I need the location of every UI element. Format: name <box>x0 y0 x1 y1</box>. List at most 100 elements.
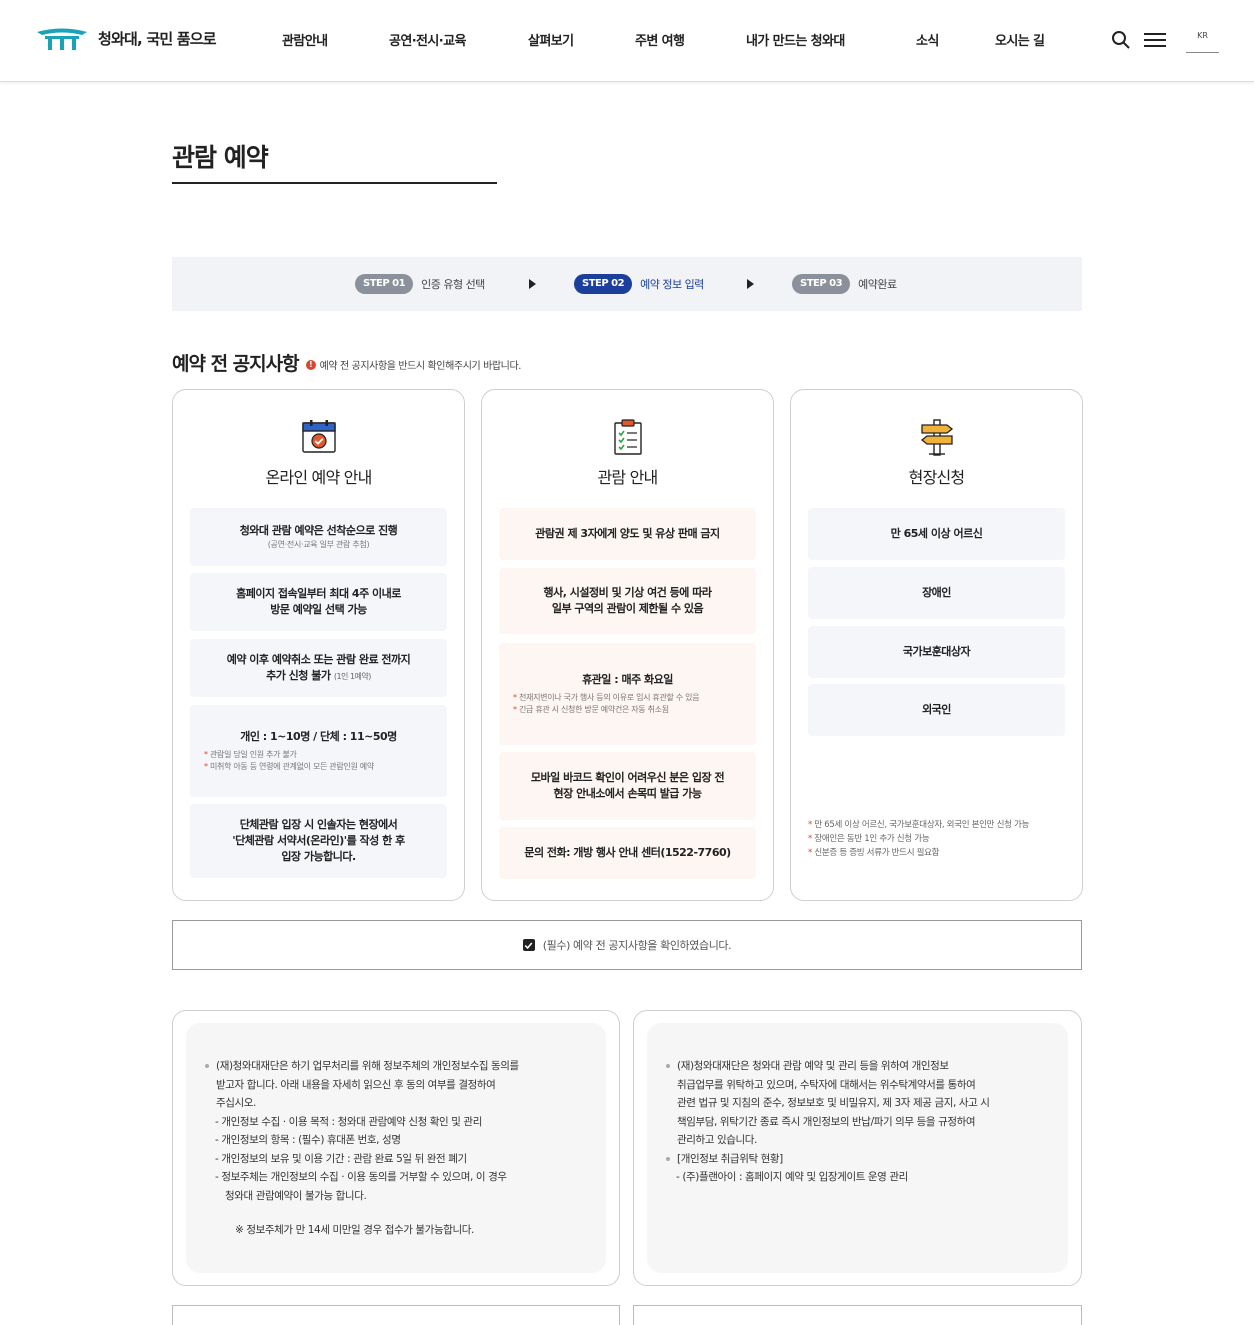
list-item: 외국인 <box>808 684 1065 736</box>
step-badge: STEP 03 <box>792 274 851 294</box>
nav-item-explore[interactable]: 살펴보기 <box>528 30 574 49</box>
list-item: 모바일 바코드 확인이 어려우신 분은 입장 전 현장 안내소에서 손목띠 발급… <box>499 752 756 820</box>
privacy-consent-box: (재)청와대재단은 하기 업무처리를 위해 정보주체의 개인정보수집 동의를 받… <box>172 1010 620 1286</box>
step-indicator: STEP 01 인증 유형 선택 STEP 02 예약 정보 입력 STEP 0… <box>172 257 1082 311</box>
note-text: 긴급 휴관 시 신청한 방문 예약건은 자동 취소됨 <box>513 704 742 716</box>
nav-item-nearby-travel[interactable]: 주변 여행 <box>635 30 685 49</box>
language-selector[interactable]: KR <box>1186 31 1219 53</box>
card-tour-guide: 관람 안내 관람권 제 3자에게 양도 및 유상 판매 금지 행사, 시설정비 … <box>481 389 774 901</box>
item-main: 일부 구역의 관람이 제한될 수 있음 <box>551 602 704 615</box>
item-main: 장애인 <box>922 586 951 599</box>
privacy-intro: (재)청와대재단은 하기 업무처리를 위해 정보주체의 개인정보수집 동의를 받… <box>205 1057 588 1113</box>
privacy-outsourcing-box: (재)청와대재단은 청와대 관람 예약 및 관리 등을 위하여 개인정보 취급업… <box>633 1010 1082 1286</box>
note-text: 장애인은 동반 1인 추가 신청 가능 <box>808 832 1070 846</box>
list-item: 장애인 <box>808 567 1065 619</box>
menu-icon[interactable] <box>1144 32 1168 48</box>
title-underline <box>172 182 497 184</box>
top-navigation-bar: 청와대, 국민 품으로 관람안내 공연·전시·교육 살펴보기 주변 여행 내가 … <box>0 0 1254 82</box>
item-main: 국가보훈대상자 <box>902 645 971 658</box>
item-main: 단체관람 입장 시 인솔자는 현장에서 <box>239 818 398 831</box>
note-text: 천재지변이나 국가 행사 등의 이유로 임시 휴관할 수 있음 <box>513 692 742 704</box>
note-text: 미취학 아동 등 연령에 관계없이 모든 관람인원 예약 <box>204 761 433 773</box>
privacy-outsourcing-content[interactable]: (재)청와대재단은 청와대 관람 예약 및 관리 등을 위하여 개인정보 취급업… <box>647 1023 1068 1273</box>
notice-subtext: ! 예약 전 공지사항을 반드시 확인해주시기 바랍니다. <box>305 357 522 372</box>
item-main: 방문 예약일 선택 가능 <box>270 603 367 616</box>
item-main: '단체관람 서약서(온라인)'를 작성 한 후 <box>232 834 405 847</box>
privacy-item: - 개인정보의 보유 및 이용 기간 : 관람 완료 5일 뒤 완전 폐기 <box>215 1152 467 1165</box>
item-main: 만 65세 이상 어르신 <box>890 527 983 540</box>
privacy-heading: [개인정보 취급위탁 현황] <box>666 1150 1050 1169</box>
signpost-icon <box>920 419 953 456</box>
search-icon[interactable] <box>1111 30 1131 50</box>
item-main: 관람권 제 3자에게 양도 및 유상 판매 금지 <box>535 527 720 540</box>
page-title: 관람 예약 <box>172 143 269 172</box>
cheongwadae-logo-icon <box>37 28 87 50</box>
privacy-item: - 정보주체는 개인정보의 수집 · 이용 동의를 거부할 수 있으며, 이 경… <box>215 1171 507 1183</box>
confirm-checkbox[interactable] <box>522 939 535 951</box>
info-icon: ! <box>305 359 316 370</box>
item-main: 청와대 관람 예약은 선착순으로 진행 <box>239 524 398 537</box>
privacy-item: - 개인정보의 항목 : (필수) 휴대폰 번호, 성명 <box>215 1134 401 1146</box>
step-2: STEP 02 예약 정보 입력 <box>574 274 704 294</box>
list-item: 만 65세 이상 어르신 <box>808 508 1065 560</box>
notice-confirm-row[interactable]: (필수) 예약 전 공지사항을 확인하였습니다. <box>172 920 1082 970</box>
card-onsite-application: 현장신청 만 65세 이상 어르신 장애인 국가보훈대상자 외국인 만 65세 … <box>790 389 1083 901</box>
list-item: 휴관일 : 매주 화요일 천재지변이나 국가 행사 등의 이유로 임시 휴관할 … <box>499 643 756 745</box>
privacy-item: - 개인정보 수집 · 이용 목적 : 청와대 관람예약 신청 확인 및 관리 <box>215 1115 482 1128</box>
agreement-box-right <box>633 1305 1082 1325</box>
step-label: 인증 유형 선택 <box>421 278 485 291</box>
site-logo[interactable]: 청와대, 국민 품으로 <box>36 26 217 50</box>
list-item: 홈페이지 접속일부터 최대 4주 이내로 방문 예약일 선택 가능 <box>190 573 447 631</box>
logo-text: 청와대, 국민 품으로 <box>98 29 217 48</box>
item-main: 휴관일 : 매주 화요일 <box>582 673 673 686</box>
nav-item-tour-info[interactable]: 관람안내 <box>282 30 328 49</box>
list-item: 관람권 제 3자에게 양도 및 유상 판매 금지 <box>499 508 756 560</box>
privacy-text-line: 관리하고 있습니다. <box>677 1134 757 1146</box>
list-item: 개인 : 1~10명 / 단체 : 11~50명 관람일 당일 인원 추가 불가… <box>190 705 447 797</box>
nav-item-directions[interactable]: 오시는 길 <box>995 30 1045 49</box>
list-item: 국가보훈대상자 <box>808 626 1065 678</box>
list-item: 단체관람 입장 시 인솔자는 현장에서 '단체관람 서약서(온라인)'를 작성 … <box>190 804 447 878</box>
item-sub: (공연·전시·교육 일부 관람 추첨) <box>267 540 370 549</box>
list-item: 행사, 시설정비 및 기상 여건 등에 따라 일부 구역의 관람이 제한될 수 … <box>499 568 756 634</box>
privacy-text-line: 취급업무를 위탁하고 있으며, 수탁자에 대해서는 위수탁계약서를 통하여 <box>677 1078 976 1091</box>
item-notes: 관람일 당일 인원 추가 불가 미취학 아동 등 연령에 관계없이 모든 관람인… <box>204 749 433 773</box>
item-main: 모바일 바코드 확인이 어려우신 분은 입장 전 <box>530 771 725 784</box>
item-notes: 천재지변이나 국가 행사 등의 이유로 임시 휴관할 수 있음 긴급 휴관 시 … <box>513 692 742 716</box>
list-item: 청와대 관람 예약은 선착순으로 진행 (공연·전시·교육 일부 관람 추첨) <box>190 508 447 566</box>
privacy-note: ※ 정보주체가 만 14세 미만일 경우 접수가 불가능합니다. <box>235 1224 474 1236</box>
checkmark-icon <box>524 941 533 949</box>
item-main: 행사, 시설정비 및 기상 여건 등에 따라 <box>543 586 712 599</box>
step-badge: STEP 01 <box>355 274 414 294</box>
privacy-text-line: 주십시오. <box>216 1097 256 1109</box>
privacy-item: 청와대 관람예약이 불가능 합니다. <box>225 1189 367 1202</box>
notice-title: 예약 전 공지사항 <box>172 353 300 375</box>
privacy-text-line: 책임부담, 위탁기간 종료 즉시 개인정보의 반납/파기 의무 등을 규정하여 <box>677 1115 976 1128</box>
notice-heading: 예약 전 공지사항 ! 예약 전 공지사항을 반드시 확인해주시기 바랍니다. <box>172 349 521 376</box>
item-main: 홈페이지 접속일부터 최대 4주 이내로 <box>236 587 401 600</box>
onsite-notes: 만 65세 이상 어르신, 국가보훈대상자, 외국인 본인만 신청 가능 장애인… <box>808 818 1070 860</box>
item-main: 예약 이후 예약취소 또는 관람 완료 전까지 <box>226 652 411 666</box>
nav-item-performance[interactable]: 공연·전시·교육 <box>389 30 466 49</box>
card-online-reservation: 온라인 예약 안내 청와대 관람 예약은 선착순으로 진행 (공연·전시·교육 … <box>172 389 465 901</box>
step-arrow-icon <box>747 279 754 289</box>
note-text: 만 65세 이상 어르신, 국가보훈대상자, 외국인 본인만 신청 가능 <box>808 818 1070 832</box>
nav-item-news[interactable]: 소식 <box>916 30 939 49</box>
privacy-consent-content[interactable]: (재)청와대재단은 하기 업무처리를 위해 정보주체의 개인정보수집 동의를 받… <box>186 1023 606 1273</box>
clipboard-check-icon <box>613 419 642 455</box>
nav-item-my-cheongwadae[interactable]: 내가 만드는 청와대 <box>746 30 845 49</box>
confirm-label[interactable]: (필수) 예약 전 공지사항을 확인하였습니다. <box>543 937 732 953</box>
item-main: 입장 가능합니다. <box>281 850 356 863</box>
item-small: (1인 1예약) <box>333 671 372 681</box>
calendar-check-icon <box>301 420 336 453</box>
card-title: 현장신청 <box>908 468 965 487</box>
step-label: 예약완료 <box>858 278 897 291</box>
card-title: 온라인 예약 안내 <box>265 468 372 487</box>
notice-subtext-label: 예약 전 공지사항을 반드시 확인해주시기 바랍니다. <box>319 361 522 372</box>
item-main: 추가 신청 불가 <box>266 668 331 682</box>
step-label: 예약 정보 입력 <box>640 278 704 291</box>
item-main: 외국인 <box>922 703 951 716</box>
item-main: 문의 전화: 개방 행사 안내 센터(1522-7760) <box>524 846 731 859</box>
agreement-box-left <box>172 1305 620 1325</box>
note-text: 관람일 당일 인원 추가 불가 <box>204 749 433 761</box>
